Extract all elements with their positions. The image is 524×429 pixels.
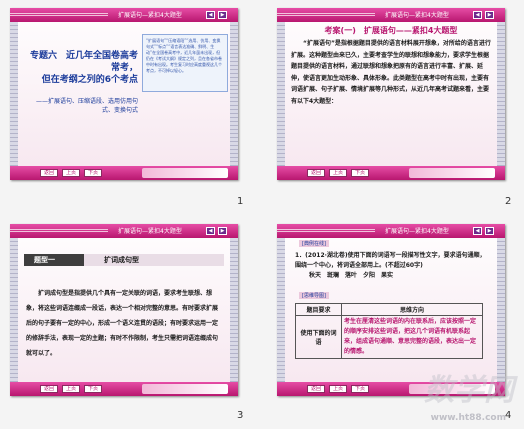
title-subtitle: ——扩展语句、压缩语段、选用仿用句式、变换句式 [35, 98, 138, 114]
title-line-1: 专题六 近几年全国卷高考常考， [29, 51, 138, 73]
slide-title: 考案(一) 扩展语句——紧扣4大题型 [324, 26, 458, 35]
slide-header-bar: 扩展语句—紧扣4大题型 ◀ ▶ [10, 8, 238, 22]
slide-footer-bar: 返回 上页 下页 [10, 166, 238, 180]
header-text: 扩展语句—紧扣4大题型 [385, 12, 449, 19]
slide-body: [典例在线] 1．(2012·湖北卷)使用下面的词语写一段描写性文字，要求语句通… [285, 238, 497, 382]
intro-box: “扩展语句”“压缩语段”“选用、仿用、变换句式”“标点”“语言表达准确、鲜明、生… [142, 34, 228, 92]
table-row: 使用下面的词语 考生在厘清这些词语的内在联系后，应该按照一定的顺序安排这些词语，… [295, 315, 483, 359]
slide-header-bar: 扩展语句—紧扣4大题型 ◀ ▶ [277, 8, 505, 22]
footer-next-button[interactable]: 下页 [351, 169, 370, 177]
slide-footer-bar: 返回 上页 下页 [10, 382, 238, 396]
slide-number: 3 [237, 410, 244, 421]
table-header-cell: 题目要求 [295, 303, 342, 316]
footer-return-button[interactable]: 返回 [40, 169, 59, 177]
footer-prev-button[interactable]: 上页 [329, 169, 348, 177]
nav-forward-button[interactable]: ▶ [485, 11, 494, 19]
slide-title: 专题六 近几年全国卷高考常考， 但在考纲之列的6个考点 ——扩展语句、压缩语段、… [28, 50, 138, 114]
header-text: 扩展语句—紧扣4大题型 [118, 12, 182, 19]
watermark-url: www.ht88.com [430, 413, 506, 423]
slide-paragraph: 扩词成句型是指提供几个具有一定关联的词语，要求考生联想、想象，将这些词语连缀成一… [26, 290, 219, 357]
question-type-heading: 扩词成句型 [104, 256, 139, 264]
nav-back-button[interactable]: ◀ [473, 227, 482, 235]
footer-next-button[interactable]: 下页 [84, 169, 103, 177]
table-header-row: 题目要求 思维方向 [295, 303, 483, 316]
footer-prev-button[interactable]: 上页 [329, 385, 348, 393]
slide-thumbnail-2[interactable]: 扩展语句—紧扣4大题型 ◀ ▶ 考案(一) 扩展语句——紧扣4大题型 “扩展语句… [277, 8, 505, 180]
question-type-tag: 题型一 [24, 254, 84, 266]
question-words: 秋天 斑斓 落叶 夕阳 果实 [309, 272, 394, 279]
nav-back-button[interactable]: ◀ [473, 11, 482, 19]
footer-prev-button[interactable]: 上页 [62, 169, 81, 177]
slide-body: 考案(一) 扩展语句——紧扣4大题型 “扩展语句”是指根据题目提供的语言材料展开… [285, 22, 497, 166]
header-text: 扩展语句—紧扣4大题型 [118, 228, 182, 235]
slide-footer-bar: 返回 上页 下页 [277, 166, 505, 180]
footer-next-button[interactable]: 下页 [84, 385, 103, 393]
nav-back-button[interactable]: ◀ [206, 227, 215, 235]
slide-thumbnail-1[interactable]: 扩展语句—紧扣4大题型 ◀ ▶ 专题六 近几年全国卷高考常考， 但在考纲之列的6… [10, 8, 238, 180]
slide-body: 题型一 扩词成句型 扩词成句型是指提供几个具有一定关联的词语，要求考生联想、想象… [18, 238, 230, 382]
slide-body: 专题六 近几年全国卷高考常考， 但在考纲之列的6个考点 ——扩展语句、压缩语段、… [18, 22, 230, 166]
slide-header-bar: 扩展语句—紧扣4大题型 ◀ ▶ [277, 224, 505, 238]
footer-next-button[interactable]: 下页 [351, 385, 370, 393]
slide-number: 2 [505, 196, 512, 207]
analysis-table: 题目要求 思维方向 使用下面的词语 考生在厘清这些词语的内在联系后，应该按照一定… [295, 303, 483, 359]
header-text: 扩展语句—紧扣4大题型 [385, 228, 449, 235]
question-text: 1．(2012·湖北卷)使用下面的词语写一段描写性文字，要求语句通顺，围绕一个中… [295, 251, 489, 281]
nav-forward-button[interactable]: ▶ [218, 11, 227, 19]
title-line-2: 但在考纲之列的6个考点 [41, 75, 138, 85]
table-header-cell: 思维方向 [341, 303, 483, 316]
footer-return-button[interactable]: 返回 [40, 385, 59, 393]
footer-return-button[interactable]: 返回 [307, 169, 326, 177]
table-cell-key: 使用下面的词语 [295, 315, 342, 359]
slide-thumbnail-3[interactable]: 扩展语句—紧扣4大题型 ◀ ▶ 题型一 扩词成句型 扩词成句型是指提供几个具有一… [10, 224, 238, 396]
example-label: [典例在线] [299, 240, 329, 247]
table-cell-value: 考生在厘清这些词语的内在联系后，应该按照一定的顺序安排这些词语，把这几个词语有机… [341, 315, 483, 359]
footer-return-button[interactable]: 返回 [307, 385, 326, 393]
watermark-logo: 数学网 [424, 373, 514, 408]
analysis-label: [思维导图] [299, 292, 329, 299]
footer-prev-button[interactable]: 上页 [62, 385, 81, 393]
slide-paragraph: “扩展语句”是指根据题目提供的语言材料展开想象，对所给的语言进行扩展。这种题型由… [291, 40, 491, 105]
nav-back-button[interactable]: ◀ [206, 11, 215, 19]
slide-number: 1 [237, 196, 244, 207]
nav-forward-button[interactable]: ▶ [218, 227, 227, 235]
question-stem: 1．(2012·湖北卷)使用下面的词语写一段描写性文字，要求语句通顺，围绕一个中… [295, 252, 486, 269]
slide-header-bar: 扩展语句—紧扣4大题型 ◀ ▶ [10, 224, 238, 238]
nav-forward-button[interactable]: ▶ [485, 227, 494, 235]
